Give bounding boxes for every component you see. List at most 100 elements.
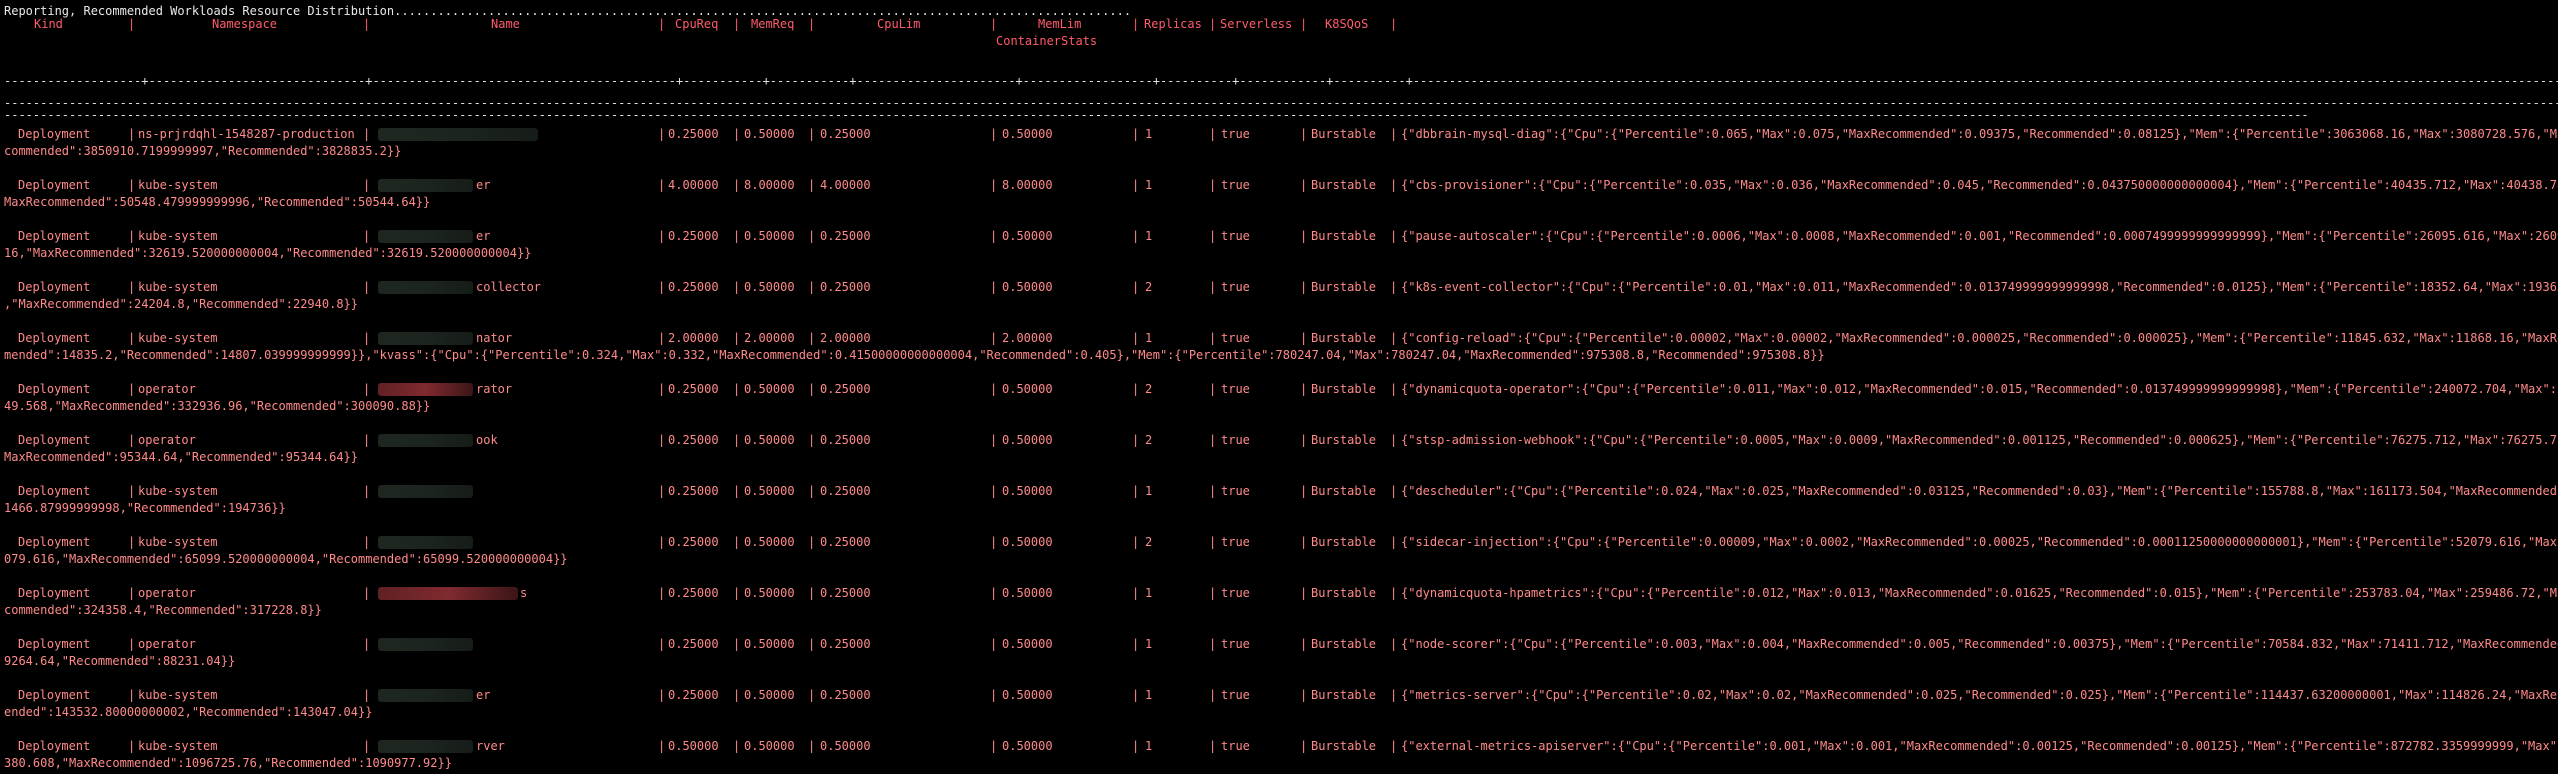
column-separator: | [1209, 331, 1217, 345]
column-separator: | [1209, 382, 1217, 396]
cell-memlim: 2.00000 [1002, 331, 1053, 345]
column-separator: | [1390, 382, 1398, 396]
column-separator: | [128, 484, 136, 498]
cell-qos: Burstable [1311, 637, 1377, 651]
column-separator: | [128, 178, 136, 192]
column-separator: | [363, 484, 371, 498]
column-separator: | [128, 331, 136, 345]
column-separator: | [1209, 127, 1217, 141]
cell-qos: Burstable [1311, 229, 1377, 243]
cell-kind: Deployment [18, 739, 91, 753]
cell-replicas: 1 [1145, 178, 1153, 192]
cell-cpulim: 0.25000 [820, 535, 871, 549]
redacted-name [378, 179, 473, 192]
cell-replicas: 1 [1145, 229, 1153, 243]
cell-namespace: operator [138, 433, 196, 447]
cell-replicas: 1 [1145, 331, 1153, 345]
column-separator: | [658, 331, 666, 345]
container-stats-wrap: mended":14835.2,"Recommended":14807.0399… [4, 348, 1825, 362]
column-separator: | [1132, 688, 1140, 702]
column-separator: | [733, 535, 741, 549]
cell-memreq: 0.50000 [744, 280, 795, 294]
container-stats-wrap: ended":143532.80000000002,"Recommended":… [4, 705, 373, 719]
cell-kind: Deployment [18, 688, 91, 702]
redacted-name [378, 230, 473, 243]
container-stats: {"external-metrics-apiserver":{"Cpu":{"P… [1401, 739, 2558, 753]
column-separator: | [990, 382, 998, 396]
header-kind: Kind [34, 17, 63, 31]
cell-cpureq: 0.25000 [668, 433, 719, 447]
cell-serverless: true [1221, 637, 1250, 651]
container-stats-wrap: 49.568,"MaxRecommended":332936.96,"Recom… [4, 399, 431, 413]
column-separator: | [658, 178, 666, 192]
column-separator: | [658, 433, 666, 447]
cell-kind: Deployment [18, 280, 91, 294]
column-separator: | [1390, 586, 1398, 600]
column-separator: | [808, 637, 816, 651]
cell-memreq: 0.50000 [744, 535, 795, 549]
column-separator: | [1209, 229, 1217, 243]
redacted-name [378, 536, 473, 549]
header-sep: | [1390, 17, 1398, 31]
cell-cpureq: 2.00000 [668, 331, 719, 345]
cell-serverless: true [1221, 178, 1250, 192]
column-separator: | [1209, 688, 1217, 702]
cell-memreq: 0.50000 [744, 586, 795, 600]
column-separator: | [1300, 331, 1308, 345]
cell-cpureq: 0.25000 [668, 229, 719, 243]
column-separator: | [808, 331, 816, 345]
cell-replicas: 1 [1145, 688, 1153, 702]
cell-namespace: operator [138, 637, 196, 651]
column-separator: | [1300, 229, 1308, 243]
column-separator: | [363, 178, 371, 192]
column-separator: | [128, 637, 136, 651]
column-separator: | [990, 688, 998, 702]
cell-cpureq: 0.25000 [668, 127, 719, 141]
name-fragment: ook [476, 433, 498, 447]
cell-kind: Deployment [18, 484, 91, 498]
column-separator: | [363, 688, 371, 702]
container-stats: {"sidecar-injection":{"Cpu":{"Percentile… [1401, 535, 2558, 549]
column-separator: | [1209, 586, 1217, 600]
cell-memreq: 8.00000 [744, 178, 795, 192]
column-separator: | [1209, 739, 1217, 753]
column-separator: | [658, 127, 666, 141]
cell-memreq: 0.50000 [744, 688, 795, 702]
column-separator: | [1132, 280, 1140, 294]
column-separator: | [658, 637, 666, 651]
column-separator: | [1209, 637, 1217, 651]
cell-kind: Deployment [18, 637, 91, 651]
cell-cpureq: 0.25000 [668, 280, 719, 294]
column-separator: | [363, 382, 371, 396]
cell-replicas: 1 [1145, 586, 1153, 600]
cell-cpureq: 0.25000 [668, 688, 719, 702]
column-separator: | [658, 586, 666, 600]
cell-serverless: true [1221, 229, 1250, 243]
cell-cpureq: 0.25000 [668, 637, 719, 651]
cell-memlim: 0.50000 [1002, 280, 1053, 294]
column-separator: | [733, 229, 741, 243]
column-separator: | [990, 178, 998, 192]
column-separator: | [658, 739, 666, 753]
column-separator: | [363, 229, 371, 243]
header-sep: | [733, 17, 741, 31]
header-sep: | [808, 17, 816, 31]
container-stats-wrap: commended":3850910.7199999997,"Recommend… [4, 144, 402, 158]
column-separator: | [808, 484, 816, 498]
report-title: Reporting, Recommended Workloads Resourc… [4, 4, 1132, 18]
table-rule-3: ----------------------------------------… [4, 108, 2309, 122]
column-separator: | [990, 331, 998, 345]
header-sep: | [128, 17, 136, 31]
cell-memlim: 0.50000 [1002, 433, 1053, 447]
cell-qos: Burstable [1311, 688, 1377, 702]
column-separator: | [128, 586, 136, 600]
column-separator: | [1132, 586, 1140, 600]
header-serverless: Serverless [1220, 17, 1293, 31]
cell-cpulim: 0.50000 [820, 739, 871, 753]
column-separator: | [1132, 484, 1140, 498]
container-stats-wrap: 16,"MaxRecommended":32619.520000000004,"… [4, 246, 532, 260]
cell-cpureq: 0.25000 [668, 535, 719, 549]
cell-qos: Burstable [1311, 331, 1377, 345]
cell-memreq: 2.00000 [744, 331, 795, 345]
column-separator: | [733, 433, 741, 447]
